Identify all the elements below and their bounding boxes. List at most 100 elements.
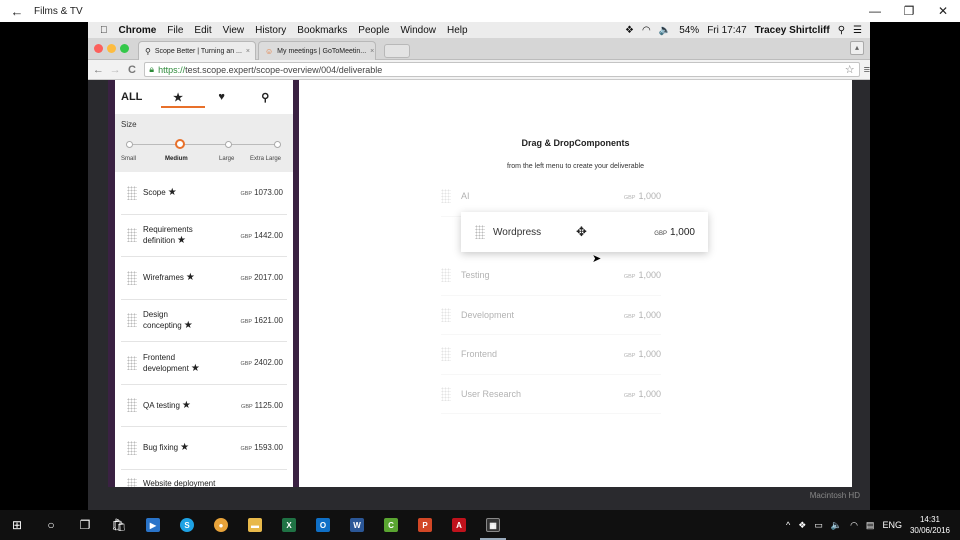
menu-view[interactable]: View [223, 25, 245, 36]
drag-handle-icon[interactable] [127, 313, 137, 328]
battery-icon[interactable]: ▭ [814, 520, 823, 531]
star-icon[interactable]: ★ [168, 187, 177, 198]
language-indicator[interactable]: ENG [882, 520, 902, 530]
filter-starred-icon[interactable]: ★ [156, 91, 200, 104]
films-tv-icon[interactable]: ▦ [476, 510, 510, 540]
drag-handle-icon[interactable] [127, 270, 137, 285]
close-light[interactable] [94, 44, 103, 53]
menu-edit[interactable]: Edit [194, 25, 211, 36]
menu-help[interactable]: Help [447, 25, 468, 36]
deliverable-item-user-research[interactable]: User Research GBP 1,000 [441, 375, 661, 414]
filter-all[interactable]: ALL [121, 91, 156, 103]
restore-button[interactable]: ❐ [892, 4, 926, 18]
deliverable-item-frontend[interactable]: Frontend GBP 1,000 [441, 335, 661, 375]
powerpoint-icon[interactable]: P [408, 510, 442, 540]
media-player-icon[interactable]: ▶ [136, 510, 170, 540]
dropbox-icon[interactable]: ❖ [625, 25, 634, 36]
size-stop-large[interactable] [225, 141, 232, 148]
minimize-light[interactable] [107, 44, 116, 53]
chrome-menu-icon[interactable]: ≡ [864, 64, 870, 76]
size-option-large[interactable]: Large [219, 156, 234, 162]
drag-handle-icon[interactable] [127, 355, 137, 370]
tab-scope-better[interactable]: ⚲ Scope Better | Turning an ... × [138, 41, 256, 60]
new-tab-button[interactable] [384, 44, 410, 58]
close-icon[interactable]: × [370, 48, 374, 55]
url-field[interactable]: 🔒︎ https:// test.scope.expert/scope-over… [144, 62, 860, 77]
filter-search-icon[interactable]: ⚲ [243, 91, 287, 104]
file-explorer-icon[interactable]: ▬ [238, 510, 272, 540]
menu-bookmarks[interactable]: Bookmarks [297, 25, 347, 36]
notification-list-icon[interactable]: ☰ [853, 25, 862, 36]
acrobat-icon[interactable]: A [442, 510, 476, 540]
chevron-up-icon[interactable]: ^ [786, 520, 790, 530]
forward-icon[interactable]: → [109, 64, 122, 76]
size-option-small[interactable]: Small [121, 156, 136, 162]
size-stop-extra-large[interactable] [274, 141, 281, 148]
component-item-website-deployment[interactable]: Website deployment [121, 470, 287, 487]
drag-handle-icon[interactable] [475, 225, 485, 239]
drag-handle-icon[interactable] [441, 386, 451, 401]
size-stop-medium[interactable] [175, 139, 185, 149]
taskbar-clock[interactable]: 14:31 30/06/2016 [910, 514, 950, 536]
drag-handle-icon[interactable] [441, 307, 451, 322]
bookmark-star-icon[interactable]: ☆ [845, 63, 855, 76]
close-icon[interactable]: × [246, 48, 250, 55]
dragging-card-wordpress[interactable]: Wordpress ✥ GBP 1,000 [461, 212, 708, 252]
windows-start-icon[interactable]: ⊞ [0, 510, 34, 540]
drag-handle-icon[interactable] [127, 185, 137, 200]
excel-icon[interactable]: X [272, 510, 306, 540]
filter-favorites-heart-icon[interactable]: ♥ [200, 91, 244, 103]
action-center-icon[interactable]: ▤ [866, 520, 875, 531]
wifi-icon[interactable]: ◠ [850, 520, 858, 531]
chrome-icon[interactable]: ● [204, 510, 238, 540]
drag-handle-icon[interactable] [127, 228, 137, 243]
menu-history[interactable]: History [255, 25, 286, 36]
size-option-extra-large[interactable]: Extra Large [250, 156, 281, 162]
task-view-icon[interactable]: ❐ [68, 510, 102, 540]
deliverable-item-ai[interactable]: AI GBP 1,000 [441, 177, 661, 217]
drag-handle-icon[interactable] [127, 398, 137, 413]
size-option-medium[interactable]: Medium [165, 156, 188, 162]
menu-people[interactable]: People [358, 25, 389, 36]
profile-icon[interactable]: ▴ [850, 41, 864, 55]
star-icon[interactable]: ★ [177, 235, 186, 246]
star-icon[interactable]: ★ [184, 320, 193, 331]
word-icon[interactable]: W [340, 510, 374, 540]
back-arrow-icon[interactable]: ← [0, 4, 34, 19]
battery-percent[interactable]: 54% [679, 25, 699, 36]
volume-icon[interactable]: 🔈 [659, 25, 671, 36]
skype-icon[interactable]: S [170, 510, 204, 540]
user-name[interactable]: Tracey Shirtcliff [755, 25, 830, 36]
wifi-icon[interactable]: ◠ [642, 25, 651, 36]
drag-handle-icon[interactable] [127, 440, 137, 455]
cortana-icon[interactable]: ○ [34, 510, 68, 540]
dropbox-icon[interactable]: ❖ [798, 520, 806, 531]
clock-text[interactable]: Fri 17:47 [707, 25, 746, 36]
apple-icon[interactable]:  [100, 25, 108, 36]
close-button[interactable]: ✕ [926, 4, 960, 18]
component-item-bug-fixing[interactable]: Bug fixing ★ GBP 1593.00 [121, 427, 287, 470]
back-icon[interactable]: ← [92, 64, 105, 76]
volume-icon[interactable]: 🔈 [831, 520, 842, 531]
component-item-scope[interactable]: Scope ★ GBP 1073.00 [121, 172, 287, 215]
deliverable-item-testing[interactable]: Testing GBP 1,000 [441, 256, 661, 296]
reload-icon[interactable]: C [126, 64, 139, 76]
store-icon[interactable]: 🛍 [102, 510, 136, 540]
menu-app-name[interactable]: Chrome [119, 25, 157, 36]
drag-handle-icon[interactable] [441, 189, 451, 204]
zoom-light[interactable] [120, 44, 129, 53]
outlook-icon[interactable]: O [306, 510, 340, 540]
drag-handle-icon[interactable] [441, 347, 451, 362]
star-icon[interactable]: ★ [186, 272, 195, 283]
minimize-button[interactable]: — [858, 4, 892, 18]
component-item-frontend-development[interactable]: Frontend development ★ GBP 2402.00 [121, 342, 287, 385]
tab-my-meetings[interactable]: ☺ My meetings | GoToMeetin... × [258, 41, 376, 60]
star-icon[interactable]: ★ [180, 442, 189, 453]
component-item-qa-testing[interactable]: QA testing ★ GBP 1125.00 [121, 385, 287, 427]
component-item-wireframes[interactable]: Wireframes ★ GBP 2017.00 [121, 257, 287, 300]
macintosh-hd-label[interactable]: Macintosh HD [810, 491, 860, 500]
drag-handle-icon[interactable] [127, 477, 137, 487]
move-icon[interactable]: ✥ [576, 224, 587, 240]
drag-handle-icon[interactable] [441, 268, 451, 283]
component-item-requirements[interactable]: Requirements definition ★ GBP 1442.00 [121, 215, 287, 257]
